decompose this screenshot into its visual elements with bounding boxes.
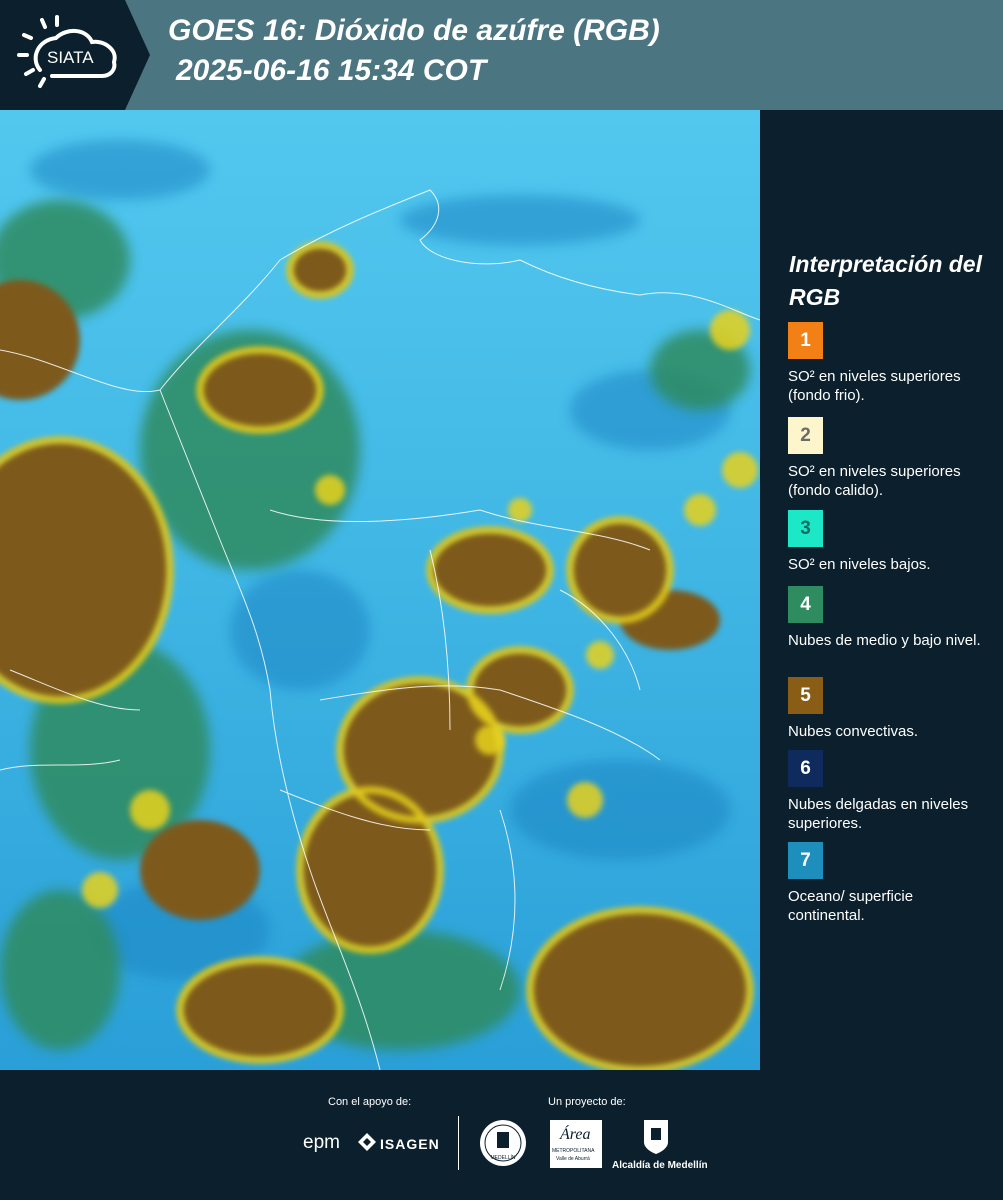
legend-panel: Interpretación del RGB 1 SO² en niveles … bbox=[760, 110, 1003, 1070]
epm-logo: epm bbox=[303, 1132, 340, 1153]
area-logo-text: Área bbox=[560, 1126, 591, 1143]
legend-title: Interpretación del RGB bbox=[789, 251, 982, 310]
legend-item-5: 5 Nubes convectivas. bbox=[788, 677, 988, 741]
legend-label-1: SO² en niveles superiores (fondo frio). bbox=[788, 368, 961, 404]
isagen-logo: ISAGEN bbox=[380, 1136, 440, 1152]
svg-text:MEDELLÍN: MEDELLÍN bbox=[490, 1154, 515, 1161]
legend-label-4: Nubes de medio y bajo nivel. bbox=[788, 632, 981, 649]
legend-swatch-5: 5 bbox=[788, 677, 823, 714]
legend-swatch-4: 4 bbox=[788, 586, 823, 623]
satellite-map bbox=[0, 110, 760, 1070]
legend-swatch-1: 1 bbox=[788, 322, 823, 359]
support-caption: Con el apoyo de: bbox=[328, 1096, 412, 1108]
legend-label-2: SO² en niveles superiores (fondo calido)… bbox=[788, 463, 961, 499]
alcaldia-shield-icon bbox=[642, 1118, 670, 1156]
title-line-1: GOES 16: Dióxido de azúfre (RGB) bbox=[168, 14, 660, 47]
project-caption: Un proyecto de: bbox=[548, 1096, 626, 1108]
legend-label-5: Nubes convectivas. bbox=[788, 723, 919, 740]
legend-label-3: SO² en niveles bajos. bbox=[788, 556, 931, 573]
legend-item-1: 1 SO² en niveles superiores (fondo frio)… bbox=[788, 322, 988, 405]
svg-text:SIATA: SIATA bbox=[47, 48, 94, 67]
header-bar: SIATA GOES 16: Dióxido de azúfre (RGB) 2… bbox=[0, 0, 1003, 110]
legend-label-7: Oceano/ superficie continental. bbox=[788, 888, 914, 924]
footer: Con el apoyo de: Un proyecto de: epm ISA… bbox=[0, 1070, 1003, 1200]
legend-label-6: Nubes delgadas en niveles superiores. bbox=[788, 796, 969, 832]
title-line-2: 2025-06-16 15:34 COT bbox=[176, 54, 487, 87]
area-logo-sub2: Valle de Aburrá bbox=[556, 1156, 590, 1162]
area-logo-sub1: METROPOLITANA bbox=[552, 1148, 595, 1154]
legend-swatch-2: 2 bbox=[788, 417, 823, 454]
legend-swatch-6: 6 bbox=[788, 750, 823, 787]
footer-divider bbox=[458, 1116, 459, 1170]
legend-item-3: 3 SO² en niveles bajos. bbox=[788, 510, 988, 574]
isagen-icon bbox=[358, 1133, 376, 1151]
legend-swatch-7: 7 bbox=[788, 842, 823, 879]
legend-item-2: 2 SO² en niveles superiores (fondo calid… bbox=[788, 417, 988, 500]
legend-swatch-3: 3 bbox=[788, 510, 823, 547]
medellin-seal-icon: MEDELLÍN bbox=[478, 1118, 528, 1168]
siata-logo: SIATA bbox=[0, 0, 150, 110]
alcaldia-label: Alcaldía de Medellín bbox=[612, 1160, 708, 1171]
legend-item-4: 4 Nubes de medio y bajo nivel. bbox=[788, 586, 988, 650]
legend-item-7: 7 Oceano/ superficie continental. bbox=[788, 842, 988, 925]
area-metropolitana-logo: Área METROPOLITANA Valle de Aburrá bbox=[550, 1120, 602, 1168]
legend-item-6: 6 Nubes delgadas en niveles superiores. bbox=[788, 750, 988, 833]
